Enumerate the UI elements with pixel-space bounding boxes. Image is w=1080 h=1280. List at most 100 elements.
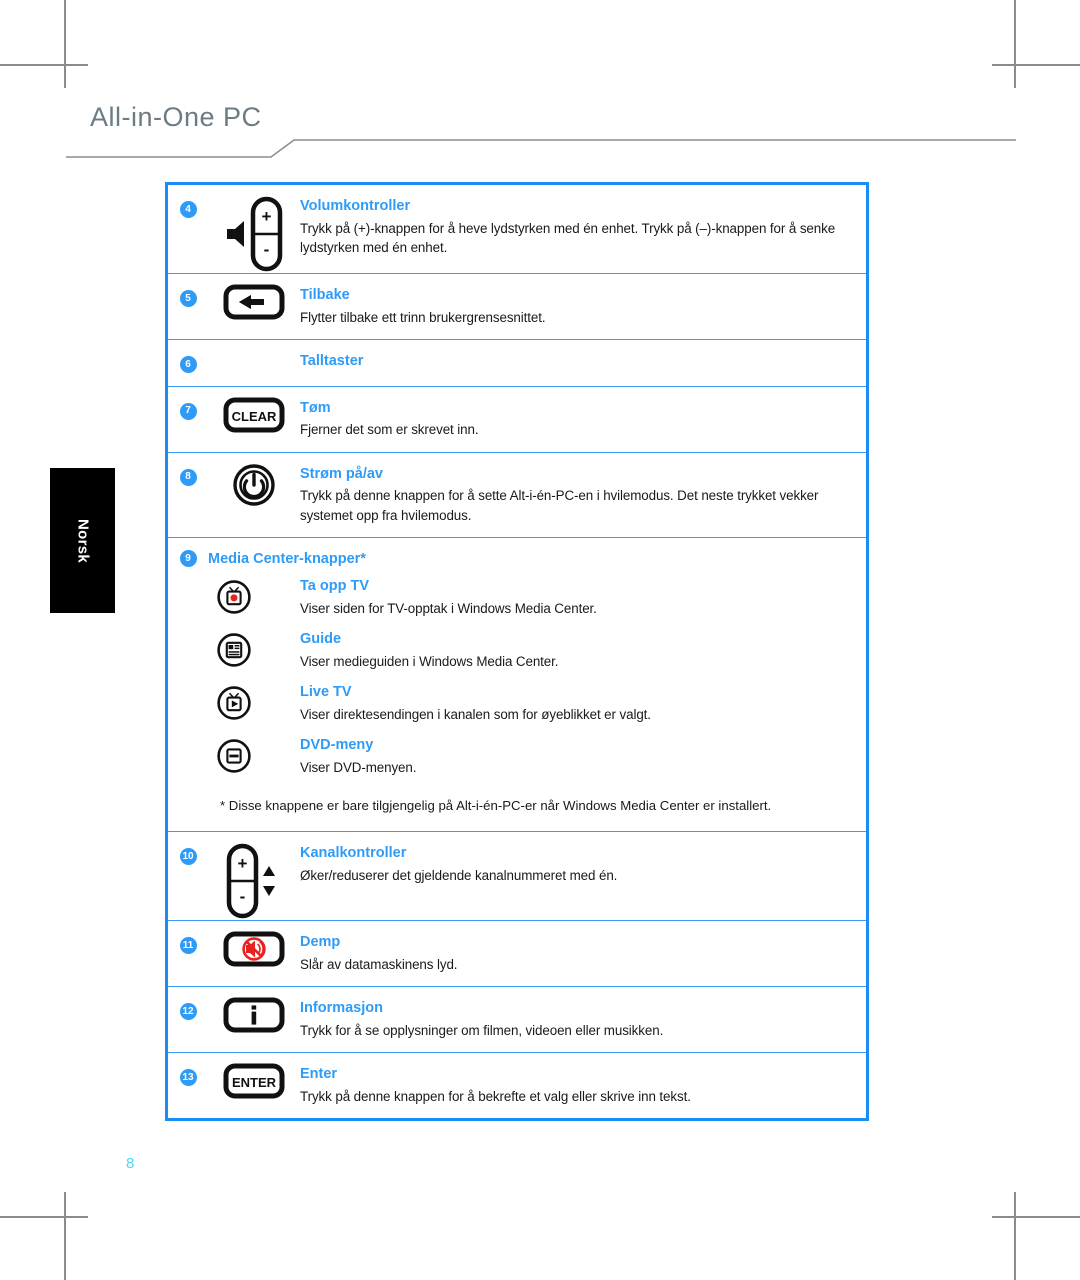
row-icon-cell: + - bbox=[208, 832, 300, 920]
row-title: Tøm bbox=[300, 399, 331, 416]
back-arrow-button-icon bbox=[223, 284, 285, 320]
row-description: Flytter tilbake ett trinn brukergrensesn… bbox=[300, 309, 546, 325]
row-number-badge: 5 bbox=[179, 290, 197, 307]
enter-button-label: ENTER bbox=[232, 1075, 277, 1090]
row-number-cell: 7 bbox=[168, 387, 208, 420]
row-text-cell: Tøm Fjerner det som er skrevet inn. bbox=[300, 387, 866, 452]
row-description: Viser medieguiden i Windows Media Center… bbox=[300, 653, 559, 669]
table-row: 4 + - Volumkontroller Trykk på (+)-knapp… bbox=[168, 185, 866, 274]
row-number-badge: 6 bbox=[179, 356, 197, 373]
crop-mark-bottom-right-horizontal bbox=[992, 1216, 1080, 1218]
row-icon-cell bbox=[168, 677, 300, 721]
row-text-cell: Strøm på/av Trykk på denne knappen for å… bbox=[300, 453, 866, 537]
table-row-media-center-group: 9 Media Center-knapper* Ta opp TV Viser … bbox=[168, 538, 866, 833]
row-text-cell: Enter Trykk på denne knappen for å bekre… bbox=[300, 1053, 866, 1118]
dvd-menu-icon bbox=[217, 739, 251, 773]
table-row: 12 Informasjon Trykk for å se opplysning… bbox=[168, 987, 866, 1054]
power-button-icon bbox=[233, 463, 275, 506]
row-icon-cell: CLEAR bbox=[208, 387, 300, 433]
table-row: 13 ENTER Enter Trykk på denne knappen fo… bbox=[168, 1053, 866, 1118]
row-number-cell: 6 bbox=[168, 340, 208, 373]
row-title: Talltaster bbox=[300, 353, 364, 369]
row-number-badge: 4 bbox=[179, 201, 197, 218]
channel-rocker-icon: + - bbox=[226, 844, 275, 919]
row-icon-cell bbox=[208, 921, 300, 967]
crop-mark-bottom-left-horizontal bbox=[0, 1216, 88, 1218]
table-row: 8 Strøm på/av Trykk på denne knappen for… bbox=[168, 453, 866, 538]
live-tv-icon bbox=[217, 686, 251, 720]
media-center-footnote: * Disse knappene er bare tilgjengelig på… bbox=[220, 798, 772, 813]
row-number-cell: 8 bbox=[168, 453, 208, 486]
svg-text:+: + bbox=[238, 854, 248, 873]
row-number-cell: 12 bbox=[168, 987, 208, 1021]
row-number-badge: 11 bbox=[179, 937, 197, 955]
volume-rocker-icon: + - bbox=[227, 196, 283, 272]
row-text-cell: Live TV Viser direktesendingen i kanalen… bbox=[300, 677, 866, 730]
clear-button-icon: CLEAR bbox=[223, 397, 285, 433]
table-row: 11 Demp Slår av datamaskinens lyd. bbox=[168, 921, 866, 988]
row-title: DVD-meny bbox=[300, 737, 374, 753]
row-description: Trykk på denne knappen for å bekrefte et… bbox=[300, 1089, 691, 1105]
brand-title: All-in-One PC bbox=[90, 102, 262, 132]
header-rule-decoration bbox=[66, 139, 1016, 158]
clear-button-label: CLEAR bbox=[232, 409, 277, 424]
row-icon-cell bbox=[168, 624, 300, 668]
table-row: 7 CLEAR Tøm Fjerner det som er skrevet i… bbox=[168, 387, 866, 453]
table-row: 5 Tilbake Flytter tilbake ett trinn bruk… bbox=[168, 274, 866, 340]
list-item: Ta opp TV Viser siden for TV-opptak i Wi… bbox=[168, 571, 866, 624]
svg-text:-: - bbox=[264, 240, 270, 259]
row-title: Kanalkontroller bbox=[300, 845, 407, 862]
row-number-badge: 9 bbox=[179, 550, 197, 567]
row-icon-cell bbox=[208, 453, 300, 507]
row-title: Guide bbox=[300, 631, 342, 647]
row-number-cell: 11 bbox=[168, 921, 208, 955]
row-text-cell: Demp Slår av datamaskinens lyd. bbox=[300, 921, 866, 986]
info-button-icon bbox=[223, 997, 285, 1033]
row-number-badge: 12 bbox=[179, 1003, 197, 1021]
row-title: Live TV bbox=[300, 684, 352, 700]
language-tab-label: Norsk bbox=[74, 518, 91, 563]
row-icon-cell: + - bbox=[208, 185, 300, 273]
row-description: Fjerner det som er skrevet inn. bbox=[300, 422, 479, 438]
row-text-cell: DVD-meny Viser DVD-menyen. bbox=[300, 730, 866, 783]
table-row: 6 Talltaster bbox=[168, 340, 866, 387]
page-header: All-in-One PC bbox=[0, 0, 1080, 160]
row-icon-cell bbox=[208, 987, 300, 1033]
crop-mark-bottom-left-vertical bbox=[64, 1192, 66, 1280]
row-number-badge: 13 bbox=[179, 1069, 197, 1087]
row-icon-cell bbox=[208, 340, 300, 350]
mute-button-icon bbox=[223, 931, 285, 967]
media-center-group-title: Media Center-knapper* bbox=[208, 550, 366, 567]
page-number: 8 bbox=[126, 1155, 135, 1172]
svg-text:+: + bbox=[262, 207, 272, 226]
row-text-cell: Informasjon Trykk for å se opplysninger … bbox=[300, 987, 866, 1052]
row-icon-cell: ENTER bbox=[208, 1053, 300, 1099]
enter-button-icon: ENTER bbox=[223, 1063, 285, 1099]
row-description: Slår av datamaskinens lyd. bbox=[300, 957, 458, 973]
row-icon-cell bbox=[208, 274, 300, 320]
table-row: 10 + - Kanalkontroller Øker/reduserer de… bbox=[168, 832, 866, 922]
row-number-badge: 8 bbox=[179, 468, 197, 486]
row-number-badge: 7 bbox=[179, 402, 197, 420]
language-tab: Norsk bbox=[50, 468, 115, 613]
row-description: Trykk på denne knappen for å sette Alt-i… bbox=[300, 488, 819, 523]
row-number-cell: 9 bbox=[168, 550, 208, 567]
row-icon-cell bbox=[168, 730, 300, 774]
row-text-cell: Ta opp TV Viser siden for TV-opptak i Wi… bbox=[300, 571, 866, 624]
guide-icon bbox=[217, 633, 251, 667]
record-tv-icon bbox=[217, 580, 251, 614]
row-description: Trykk på (+)-knappen for å heve lydstyrk… bbox=[300, 220, 836, 255]
list-item: Live TV Viser direktesendingen i kanalen… bbox=[168, 677, 866, 730]
row-description: Øker/reduserer det gjeldende kanalnummer… bbox=[300, 868, 618, 884]
row-title: Strøm på/av bbox=[300, 465, 383, 482]
row-text-cell: Kanalkontroller Øker/reduserer det gjeld… bbox=[300, 832, 866, 897]
list-item: Guide Viser medieguiden i Windows Media … bbox=[168, 624, 866, 677]
row-title: Informasjon bbox=[300, 1000, 383, 1017]
remote-button-table: 4 + - Volumkontroller Trykk på (+)-knapp… bbox=[165, 182, 869, 1122]
list-item: DVD-meny Viser DVD-menyen. bbox=[168, 730, 866, 783]
row-description: Viser direktesendingen i kanalen som for… bbox=[300, 706, 651, 722]
row-text-cell: Volumkontroller Trykk på (+)-knappen for… bbox=[300, 185, 866, 269]
media-center-group-header: 9 Media Center-knapper* bbox=[168, 538, 866, 571]
row-text-cell: Talltaster bbox=[300, 340, 866, 386]
row-number-cell: 10 bbox=[168, 832, 208, 866]
